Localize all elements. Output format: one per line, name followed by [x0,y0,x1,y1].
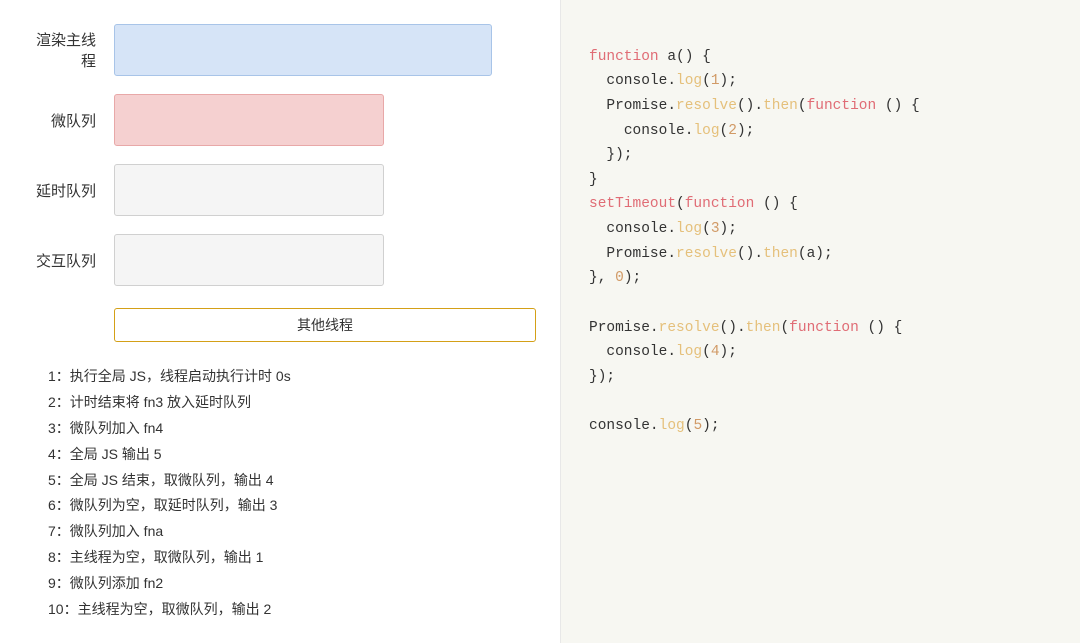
delay-queue-row: 延时队列 [24,164,536,216]
micro-queue-label: 微队列 [24,110,96,131]
interact-queue-label: 交互队列 [24,250,96,271]
step-9: 9：微队列添加 fn2 [48,571,536,597]
step-5: 5：全局 JS 结束，取微队列，输出 4 [48,468,536,494]
step-3: 3：微队列加入 fn4 [48,416,536,442]
step-7: 7：微队列加入 fna [48,519,536,545]
step-6: 6：微队列为空，取延时队列，输出 3 [48,493,536,519]
interact-queue-row: 交互队列 [24,234,536,286]
main-thread-box [114,24,492,76]
right-panel: function a() { console.log(1); Promise.r… [560,0,1080,643]
step-2: 2：计时结束将 fn3 放入延时队列 [48,390,536,416]
step-1: 1：执行全局 JS，线程启动执行计时 0s [48,364,536,390]
micro-queue-box [114,94,384,146]
interact-queue-box [114,234,384,286]
step-8: 8：主线程为空，取微队列，输出 1 [48,545,536,571]
micro-queue-row: 微队列 [24,94,536,146]
code-block: function a() { console.log(1); Promise.r… [589,20,1052,464]
main-thread-label: 渲染主线程 [24,29,96,71]
left-panel: 渲染主线程 微队列 延时队列 交互队列 其他线程 1：执行全局 JS，线程启动执… [0,0,560,643]
step-10: 10：主线程为空，取微队列，输出 2 [48,597,536,623]
steps-list: 1：执行全局 JS，线程启动执行计时 0s 2：计时结束将 fn3 放入延时队列… [48,364,536,623]
main-thread-row: 渲染主线程 [24,24,536,76]
delay-queue-label: 延时队列 [24,180,96,201]
delay-queue-box [114,164,384,216]
other-thread-button[interactable]: 其他线程 [114,308,536,342]
step-4: 4：全局 JS 输出 5 [48,442,536,468]
